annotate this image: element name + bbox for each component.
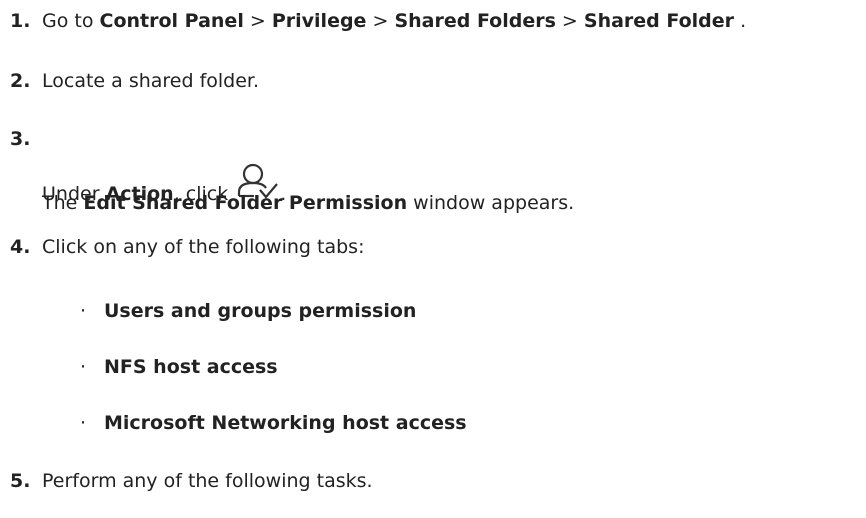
step-number: 1. [10,10,31,32]
step-text: Perform any of the following tasks. [42,470,373,492]
step-text: Click on any of the following tabs: [42,236,365,258]
step-text: Go to Control Panel > Privilege > Shared… [42,10,746,34]
path-privilege: Privilege [271,10,367,32]
path-separator: > [243,10,272,32]
step-3-line-2: The Edit Shared Folder Permission window… [42,192,574,216]
list-item: · Microsoft Networking host access [80,412,467,436]
path-shared-folder: Shared Folder [583,10,735,32]
text-the: The [42,192,84,214]
path-separator: > [366,10,395,32]
bullet-icon: · [80,356,87,378]
text-edit-shared-folder-permission: Edit Shared Folder Permission [83,192,408,214]
path-control-panel: Control Panel [99,10,244,32]
list-item: · NFS host access [80,356,278,380]
list-item: · Users and groups permission [80,300,416,324]
step-2: 2. Locate a shared folder. [10,70,856,94]
bullet-icon: · [80,412,87,434]
step-number: 4. [10,236,31,258]
step-5: 5. Perform any of the following tasks. [10,470,856,494]
tab-microsoft-networking-host-access: Microsoft Networking host access [104,412,467,434]
bullet-icon: · [80,300,87,322]
step-1: 1. Go to Control Panel > Privilege > Shar… [10,10,856,34]
text-period: . [734,10,747,32]
text-go-to: Go to [42,10,100,32]
text-window-appears: window appears. [407,192,575,214]
step-number: 5. [10,470,31,492]
tab-users-and-groups-permission: Users and groups permission [104,300,417,322]
step-number: 2. [10,70,31,92]
path-shared-folders: Shared Folders [394,10,556,32]
step-number: 3. [10,128,31,150]
path-separator: > [555,10,584,32]
step-4: 4. Click on any of the following tabs: [10,236,856,260]
step-text: Locate a shared folder. [42,70,260,92]
tab-nfs-host-access: NFS host access [104,356,278,378]
